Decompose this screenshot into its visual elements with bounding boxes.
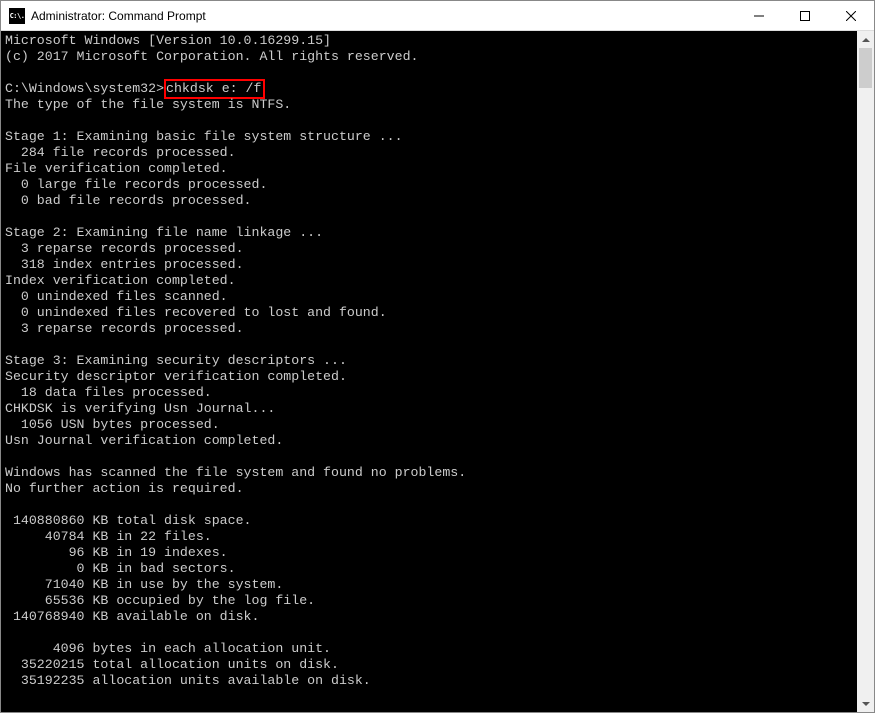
window-titlebar: C:\. Administrator: Command Prompt — [1, 1, 874, 31]
disk-inindexes: 96 KB in 19 indexes. — [5, 545, 228, 560]
scrollbar-track-inner[interactable] — [857, 48, 874, 695]
window-title: Administrator: Command Prompt — [31, 9, 736, 23]
stage3-verify: Security descriptor verification complet… — [5, 369, 347, 384]
disk-available: 140768940 KB available on disk. — [5, 609, 259, 624]
line-fs-type: The type of the file system is NTFS. — [5, 97, 291, 112]
chevron-up-icon — [862, 36, 870, 44]
disk-logfile: 65536 KB occupied by the log file. — [5, 593, 315, 608]
prompt-path: C:\Windows\system32> — [5, 81, 164, 96]
stage2-scanned: 0 unindexed files scanned. — [5, 289, 228, 304]
scrollbar-thumb[interactable] — [859, 48, 872, 88]
disk-badsectors: 0 KB in bad sectors. — [5, 561, 236, 576]
stage3-usndone: Usn Journal verification completed. — [5, 433, 283, 448]
stage3-usnbytes: 1056 USN bytes processed. — [5, 417, 220, 432]
stage3-header: Stage 3: Examining security descriptors … — [5, 353, 347, 368]
command-highlight: chkdsk e: /f — [164, 79, 265, 99]
stage1-large: 0 large file records processed. — [5, 177, 267, 192]
stage3-datafiles: 18 data files processed. — [5, 385, 212, 400]
minimize-button[interactable] — [736, 1, 782, 30]
chevron-down-icon — [862, 700, 870, 708]
maximize-button[interactable] — [782, 1, 828, 30]
scroll-up-button[interactable] — [857, 31, 874, 48]
line-copyright: (c) 2017 Microsoft Corporation. All righ… — [5, 49, 418, 64]
stage1-records: 284 file records processed. — [5, 145, 236, 160]
disk-infiles: 40784 KB in 22 files. — [5, 529, 212, 544]
command-text: chkdsk e: /f — [166, 81, 261, 96]
stage3-usn: CHKDSK is verifying Usn Journal... — [5, 401, 275, 416]
minimize-icon — [754, 11, 764, 21]
stage2-reparse1: 3 reparse records processed. — [5, 241, 244, 256]
close-button[interactable] — [828, 1, 874, 30]
scroll-down-button[interactable] — [857, 695, 874, 712]
alloc-total: 35220215 total allocation units on disk. — [5, 657, 339, 672]
console-output[interactable]: Microsoft Windows [Version 10.0.16299.15… — [1, 31, 857, 712]
stage1-header: Stage 1: Examining basic file system str… — [5, 129, 403, 144]
stage2-index: 318 index entries processed. — [5, 257, 244, 272]
disk-systemuse: 71040 KB in use by the system. — [5, 577, 283, 592]
alloc-unitsize: 4096 bytes in each allocation unit. — [5, 641, 331, 656]
cmd-icon: C:\. — [9, 8, 25, 24]
result-noproblems: Windows has scanned the file system and … — [5, 465, 466, 480]
result-noaction: No further action is required. — [5, 481, 244, 496]
stage2-reparse2: 3 reparse records processed. — [5, 321, 244, 336]
stage1-verify: File verification completed. — [5, 161, 228, 176]
disk-total: 140880860 KB total disk space. — [5, 513, 252, 528]
stage1-bad: 0 bad file records processed. — [5, 193, 252, 208]
maximize-icon — [800, 11, 810, 21]
stage2-recovered: 0 unindexed files recovered to lost and … — [5, 305, 387, 320]
close-icon — [846, 11, 856, 21]
console-area: Microsoft Windows [Version 10.0.16299.15… — [1, 31, 874, 712]
alloc-available: 35192235 allocation units available on d… — [5, 673, 371, 688]
stage2-header: Stage 2: Examining file name linkage ... — [5, 225, 323, 240]
vertical-scrollbar[interactable] — [857, 31, 874, 712]
line-version: Microsoft Windows [Version 10.0.16299.15… — [5, 33, 331, 48]
window-controls — [736, 1, 874, 30]
stage2-verify: Index verification completed. — [5, 273, 236, 288]
